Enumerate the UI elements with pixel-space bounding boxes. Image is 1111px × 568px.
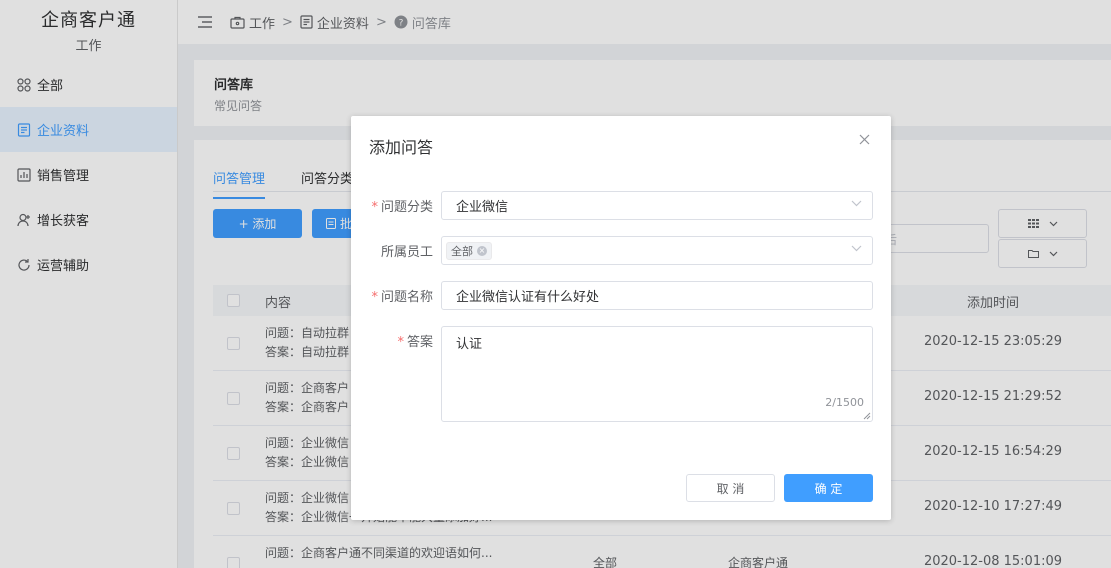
answer-textarea[interactable]: 认证 2/1500 bbox=[441, 326, 873, 422]
chevron-down-icon bbox=[851, 200, 862, 207]
char-counter: 2/1500 bbox=[825, 396, 864, 409]
tag-close-icon[interactable]: × bbox=[477, 245, 487, 256]
required-mark: * bbox=[371, 290, 378, 305]
required-mark: * bbox=[397, 335, 404, 350]
question-label-text: 问题名称 bbox=[380, 290, 433, 305]
question-label: * 问题名称 bbox=[371, 286, 433, 305]
employee-label: 所属员工 bbox=[380, 245, 433, 260]
answer-label: * 答案 bbox=[397, 331, 433, 350]
answer-value: 认证 bbox=[456, 337, 483, 352]
answer-label-text: 答案 bbox=[406, 335, 433, 350]
chevron-down-icon bbox=[851, 245, 862, 252]
dialog-title: 添加问答 bbox=[369, 138, 434, 157]
employee-select[interactable]: 全部 × bbox=[441, 236, 873, 265]
category-select[interactable]: 企业微信 bbox=[441, 191, 873, 220]
question-input[interactable]: 企业微信认证有什么好处 bbox=[441, 281, 873, 310]
resize-handle-icon[interactable] bbox=[863, 412, 871, 420]
required-mark: * bbox=[371, 200, 378, 215]
cancel-button[interactable]: 取 消 bbox=[686, 474, 775, 502]
add-qa-dialog: 添加问答 * 问题分类 企业微信 所属员工 全部 × * 问题名称 企业微信认证… bbox=[351, 116, 891, 520]
category-label-text: 问题分类 bbox=[380, 200, 433, 215]
close-icon[interactable] bbox=[859, 134, 873, 148]
employee-tag: 全部 × bbox=[446, 241, 492, 260]
employee-tag-label: 全部 bbox=[451, 244, 473, 258]
category-label: * 问题分类 bbox=[371, 196, 433, 215]
confirm-button[interactable]: 确 定 bbox=[784, 474, 873, 502]
category-value: 企业微信 bbox=[456, 200, 509, 215]
